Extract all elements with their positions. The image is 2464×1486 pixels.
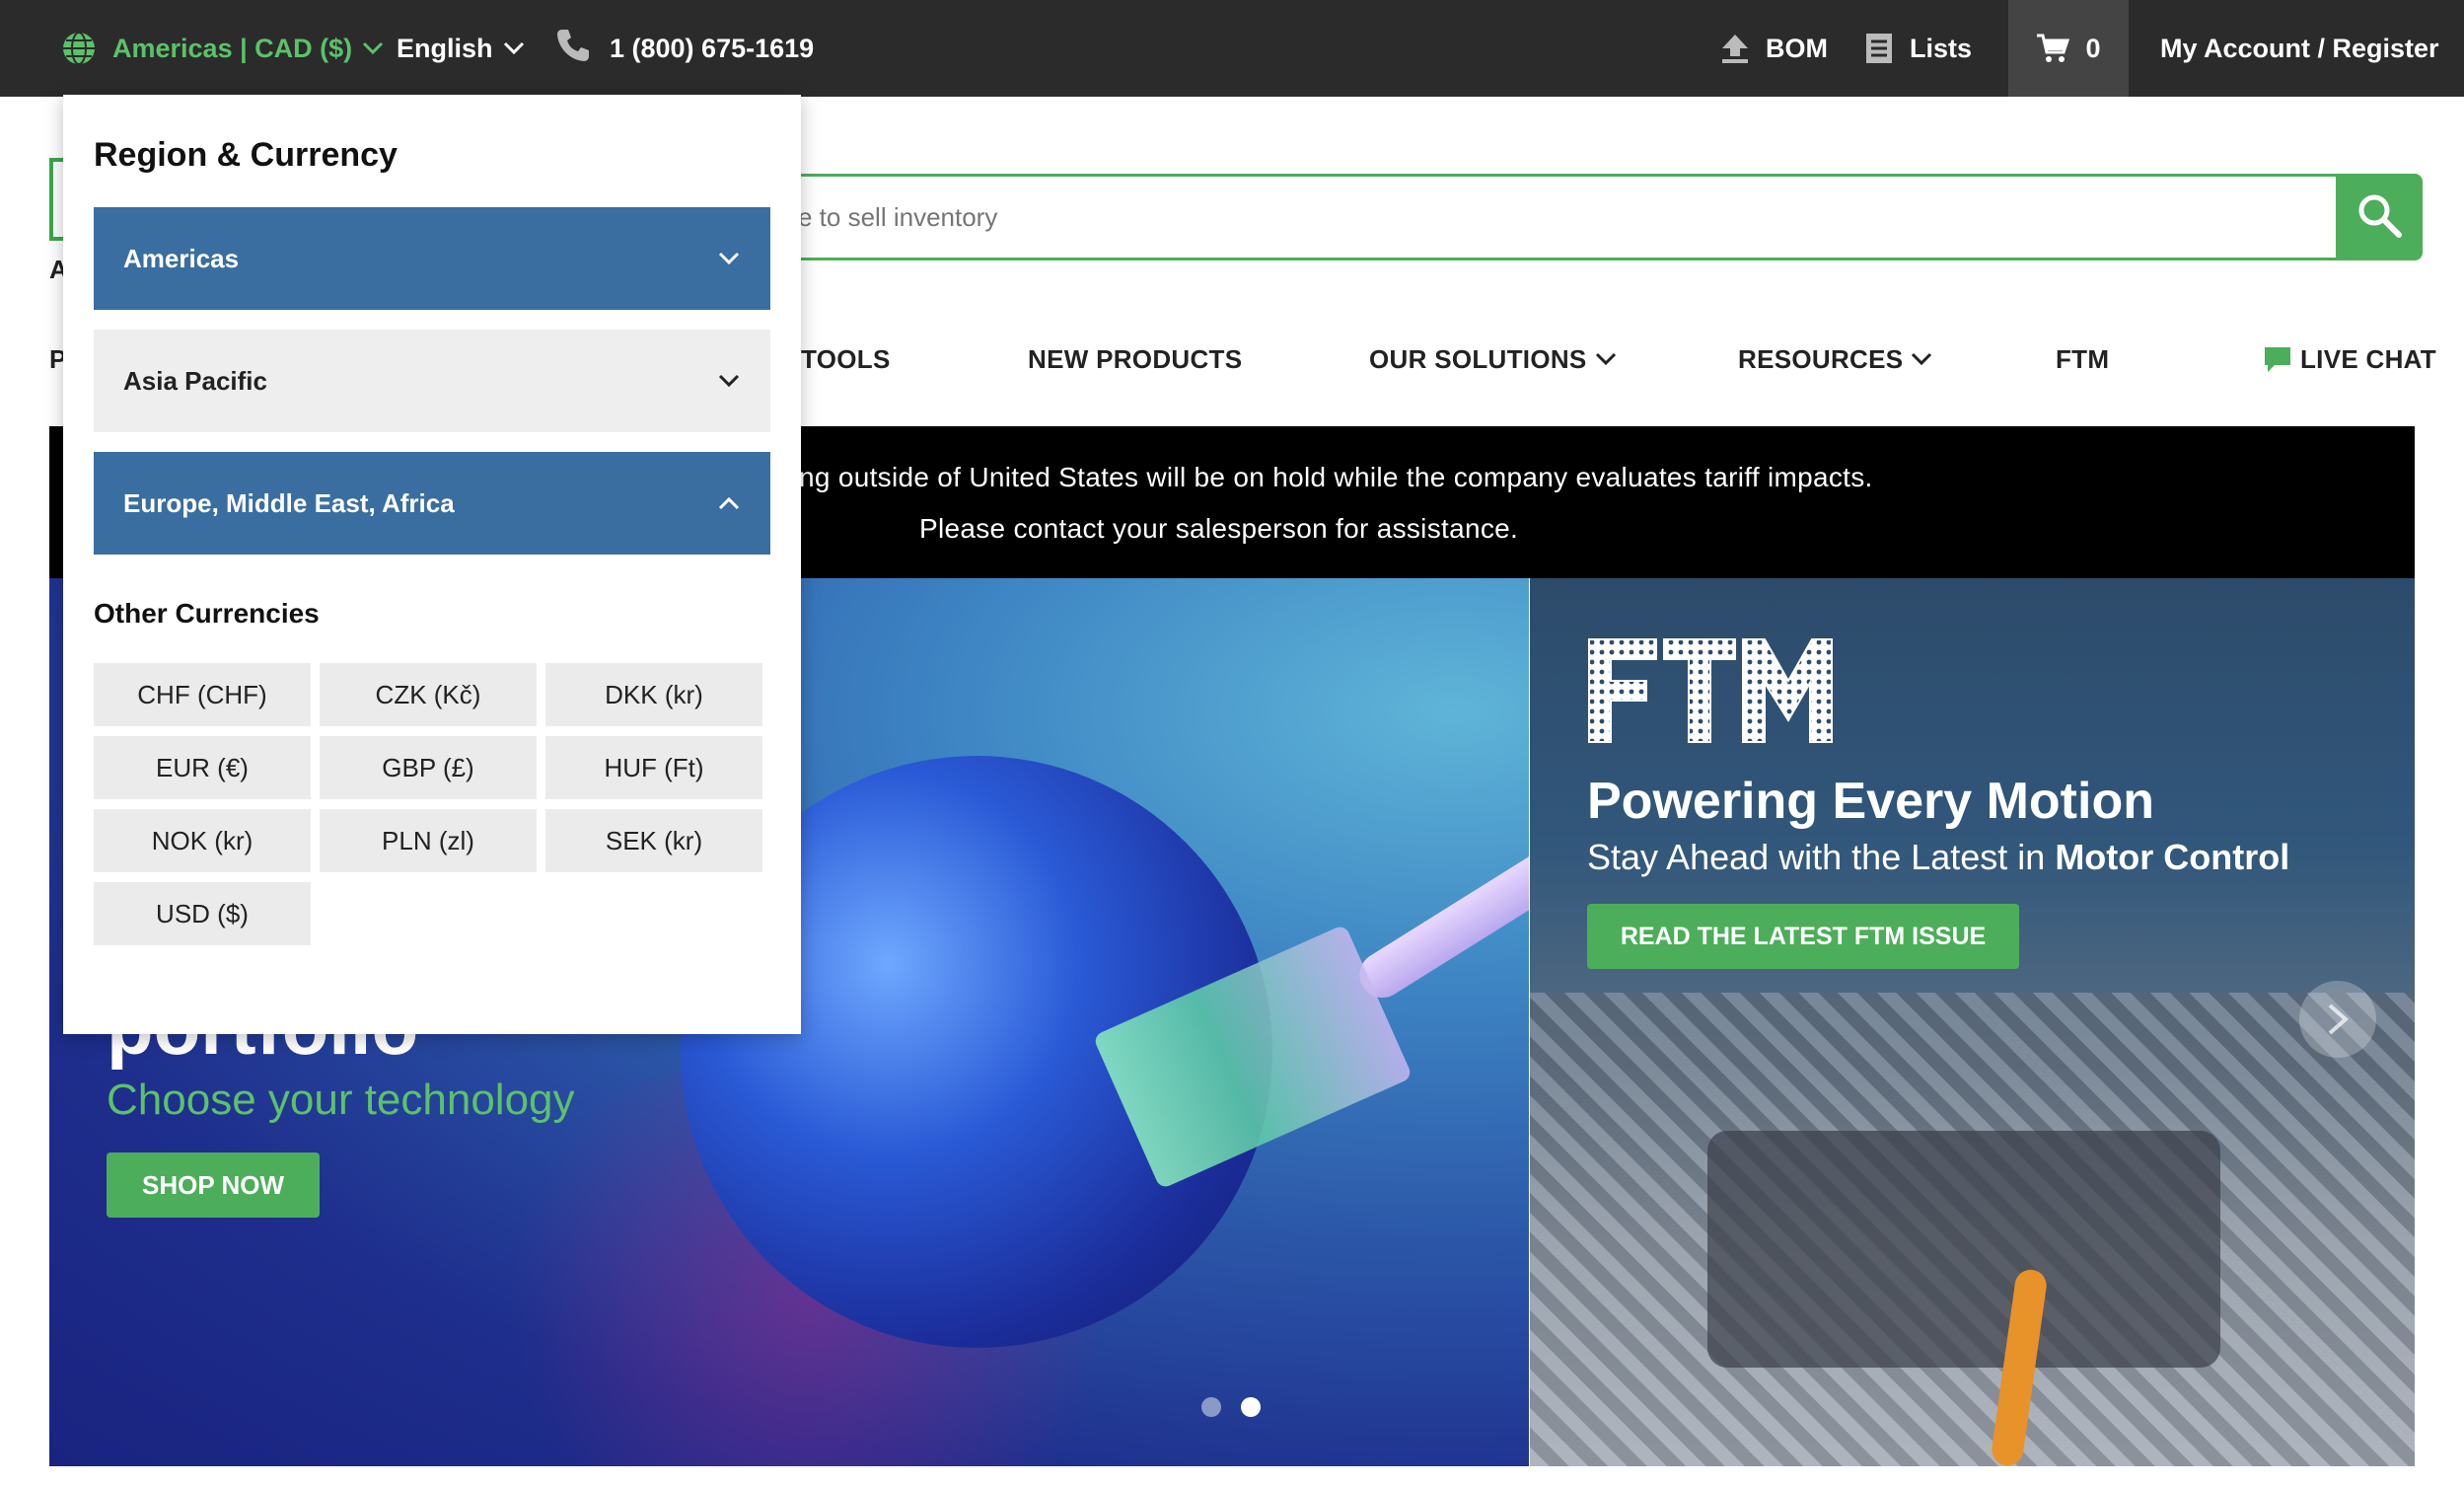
nav-item-our-solutions[interactable]: OUR SOLUTIONS [1369,341,1617,377]
cart-icon [2036,33,2070,64]
cart-button[interactable]: 0 [2008,0,2129,97]
subtitle-emphasis: Motor Control [2055,837,2290,877]
upload-icon [1720,33,1750,64]
region-currency-label: Americas | CAD ($) [112,33,353,63]
region-currency-dropdown: Region & Currency Americas Asia Pacific … [63,95,801,1034]
list-icon [1864,32,1894,65]
nav-item-new-products[interactable]: NEW PRODUCTS [1028,341,1242,377]
chevron-down-icon [1595,352,1616,366]
currency-option-eur[interactable]: EUR (€) [94,736,311,799]
shop-now-button[interactable]: SHOP NOW [107,1152,320,1218]
accordion-label: Europe, Middle East, Africa [123,487,455,518]
chevron-right-icon [2328,1003,2350,1035]
currency-option-huf[interactable]: HUF (Ft) [545,736,762,799]
currency-option-gbp[interactable]: GBP (£) [320,736,537,799]
banner-subtitle: Choose your technology [107,1076,575,1124]
other-currencies-title: Other Currencies [94,598,320,629]
currency-option-nok[interactable]: NOK (kr) [94,809,311,872]
ftm-logo [1587,637,1834,751]
lists-label: Lists [1910,33,1973,63]
currency-option-czk[interactable]: CZK (Kč) [320,663,537,726]
region-currency-selector[interactable]: Americas | CAD ($) [51,0,384,97]
region-accordion-americas[interactable]: Americas [94,207,770,310]
hero-banner-ftm[interactable]: Powering Every Motion Stay Ahead with th… [1530,578,2415,1466]
currency-option-sek[interactable]: SEK (kr) [545,809,762,872]
currency-option-usd[interactable]: USD ($) [94,882,311,945]
chevron-down-icon [1912,352,1932,366]
subtitle-prefix: Stay Ahead with the Latest in [1587,837,2056,877]
chevron-down-icon [363,41,384,55]
cable-image [1350,748,1529,1006]
phone-icon [554,27,592,71]
chevron-down-icon [718,374,740,388]
nav-label: RESOURCES [1738,343,1904,374]
read-ftm-issue-button[interactable]: READ THE LATEST FTM ISSUE [1587,904,2019,969]
currency-option-dkk[interactable]: DKK (kr) [545,663,762,726]
site-logo[interactable] [49,158,63,241]
chevron-down-icon [503,41,524,55]
nav-item-ftm[interactable]: FTM [2056,341,2109,377]
accordion-label: Americas [123,243,240,273]
region-accordion-emea[interactable]: Europe, Middle East, Africa [94,452,770,555]
language-label: English [397,33,493,63]
account-register-link[interactable]: My Account / Register [2160,0,2439,97]
nav-item-tools[interactable]: TOOLS [801,341,891,377]
engine-block-image [1707,1131,2220,1368]
nav-item-resources[interactable]: RESOURCES [1738,341,1932,377]
banner-subtitle: Stay Ahead with the Latest in Motor Cont… [1587,837,2289,878]
language-selector[interactable]: English [397,0,525,97]
live-chat-label: LIVE CHAT [2300,343,2436,374]
dropdown-title: Region & Currency [94,136,398,174]
chevron-down-icon [718,252,740,265]
accordion-label: Asia Pacific [123,365,267,396]
search-bar [775,174,2338,260]
carousel-dot-1[interactable] [1201,1397,1221,1417]
cart-count: 0 [2085,33,2101,63]
chevron-up-icon [718,496,740,510]
phone-number: 1 (800) 675-1619 [610,33,815,63]
live-chat-button[interactable]: LIVE CHAT [2255,341,2436,377]
nav-label: OUR SOLUTIONS [1369,343,1587,374]
bom-link[interactable]: BOM [1720,0,1828,97]
globe-icon [51,31,97,66]
carousel-dot-2-active[interactable] [1241,1397,1261,1417]
lists-link[interactable]: Lists [1864,0,1972,97]
chat-bubble-icon [2255,344,2292,374]
search-icon [2355,191,2403,244]
region-accordion-asia-pacific[interactable]: Asia Pacific [94,330,770,432]
carousel-next-button[interactable] [2299,981,2376,1058]
banner-title: Powering Every Motion [1587,773,2154,830]
search-button[interactable] [2336,174,2423,260]
notice-line-2: Please contact your salesperson for assi… [919,513,1519,544]
currency-option-chf[interactable]: CHF (CHF) [94,663,311,726]
bom-label: BOM [1766,33,1828,63]
currency-option-pln[interactable]: PLN (zl) [320,809,537,872]
top-bar: Americas | CAD ($) English 1 (800) 675-1… [0,0,2464,97]
account-label: My Account / Register [2160,33,2439,63]
search-input[interactable] [798,201,2338,233]
notice-line-1: ng outside of United States will be on h… [799,462,1873,492]
phone-link[interactable]: 1 (800) 675-1619 [554,0,814,97]
